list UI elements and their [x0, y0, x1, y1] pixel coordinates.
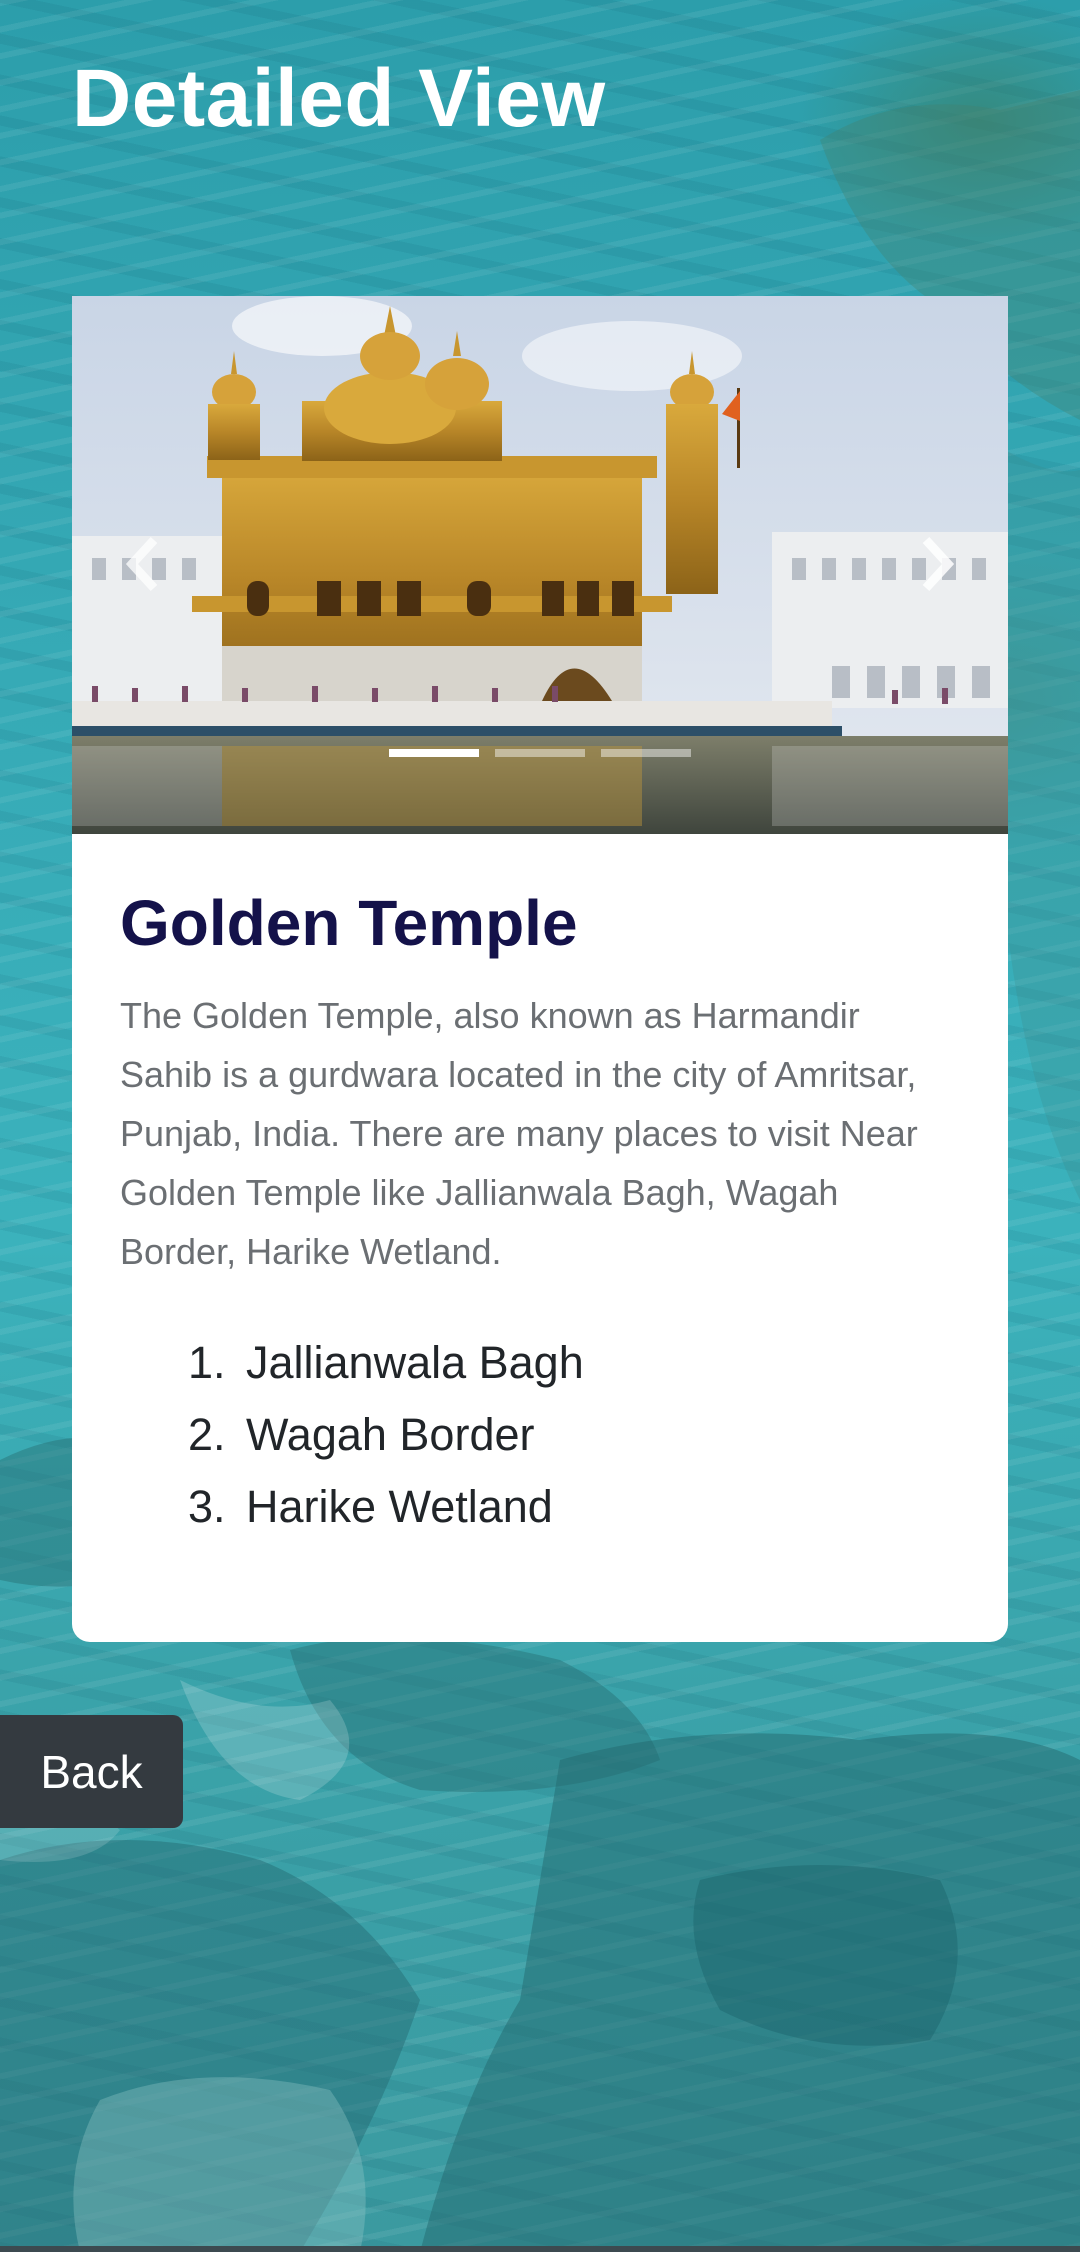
- carousel-next-button[interactable]: [898, 524, 978, 604]
- card-body: Golden Temple The Golden Temple, also kn…: [72, 834, 1008, 1543]
- carousel-indicators: [72, 749, 1008, 757]
- carousel-prev-button[interactable]: [102, 524, 182, 604]
- nearby-places-list: Jallianwala Bagh Wagah Border Harike Wet…: [120, 1327, 960, 1543]
- carousel-indicator-1[interactable]: [389, 749, 479, 757]
- carousel-indicator-3[interactable]: [601, 749, 691, 757]
- chevron-right-icon: [922, 536, 955, 592]
- page-title: Detailed View: [72, 53, 606, 144]
- carousel-indicator-2[interactable]: [495, 749, 585, 757]
- chevron-left-icon: [125, 536, 158, 592]
- list-item: Wagah Border: [238, 1399, 960, 1471]
- place-name: Golden Temple: [120, 887, 578, 959]
- bottom-edge: [0, 2246, 1080, 2252]
- place-description: The Golden Temple, also known as Harmand…: [120, 995, 918, 1272]
- list-item: Jallianwala Bagh: [238, 1327, 960, 1399]
- list-item: Harike Wetland: [238, 1471, 960, 1543]
- place-card: Golden Temple The Golden Temple, also kn…: [72, 296, 1008, 1642]
- back-button[interactable]: Back: [0, 1715, 183, 1828]
- image-carousel[interactable]: [72, 296, 1008, 834]
